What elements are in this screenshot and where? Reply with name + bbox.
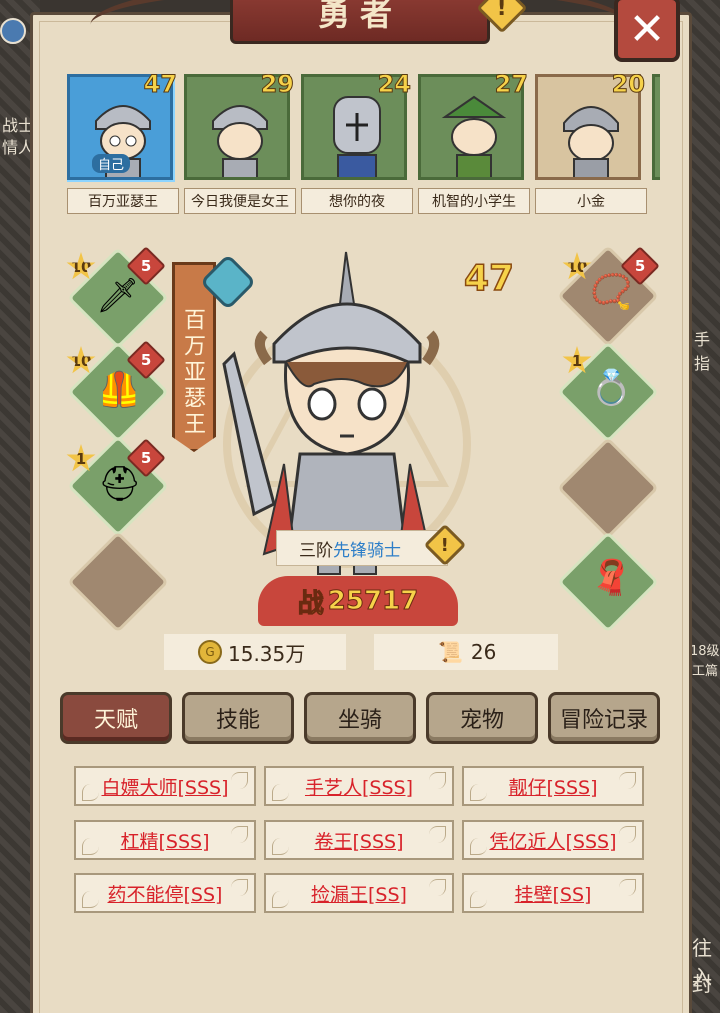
scroll-resource: 📜 26 (374, 634, 558, 670)
cape-icon: 🧣 (590, 558, 633, 598)
talent-item[interactable]: 药不能停[SS] (74, 873, 256, 913)
talent-item[interactable]: 挂壁[SS] (462, 873, 644, 913)
hero-level: 29 (260, 74, 294, 99)
side-text: 工篇 (692, 664, 719, 679)
class-name: 先锋骑士 (333, 540, 401, 561)
power-value: 25717 (327, 586, 419, 617)
side-text: 18级 (690, 644, 720, 659)
necklace-icon: 📿 (590, 272, 633, 312)
tab-skill[interactable]: 技能 (182, 692, 294, 744)
hero-card[interactable]: 自己 47 百万亚瑟王 (67, 74, 179, 214)
tab-pet[interactable]: 宠物 (426, 692, 538, 744)
hero-roster[interactable]: 自己 47 百万亚瑟王 29 今日我便是女王 24 想你的夜 27 机智的小学生… (67, 74, 660, 220)
scroll-icon: 📜 (438, 640, 463, 664)
gold-resource: G 15.35万 (164, 634, 346, 670)
hero-level: 27 (494, 74, 528, 99)
self-tag: 自己 (92, 154, 131, 173)
hero-level: 24 (377, 74, 411, 99)
hero-name: 机智的小学生 (418, 188, 530, 214)
close-icon: ✕ (628, 3, 666, 55)
hero-name-vertical: 百万亚瑟王 (180, 308, 205, 438)
combat-power-banner: 战 25717 (258, 576, 458, 626)
hero-name: 小金 (535, 188, 647, 214)
tab-mount[interactable]: 坐骑 (304, 692, 416, 744)
great-helm-avatar-icon (333, 96, 381, 177)
gold-amount: 15.35万 (228, 641, 306, 666)
tab-talent[interactable]: 天赋 (60, 692, 172, 744)
hero-level: 47 (143, 74, 177, 99)
hero-name: 今日我便是女王 (184, 188, 296, 214)
hero-class-label: 三阶 先锋骑士 (276, 530, 448, 566)
talent-item[interactable]: 卷王[SSS] (264, 820, 454, 860)
talent-item[interactable]: 手艺人[SSS] (264, 766, 454, 806)
gold-coin-icon: G (198, 640, 222, 664)
side-text: 手 (694, 330, 711, 349)
helmet-icon: ⛑ (98, 464, 142, 504)
hero-name: 想你的夜 (301, 188, 413, 214)
armor-icon: 🦺 (98, 370, 141, 410)
knight-avatar-icon (563, 106, 619, 177)
spear-icon: 🗡 (96, 276, 140, 316)
talent-item[interactable]: 凭亿近人[SSS] (462, 820, 644, 860)
ring-icon: 💍 (590, 368, 633, 408)
hero-level: 20 (611, 74, 645, 99)
archer-avatar-icon (441, 95, 507, 177)
talent-item[interactable]: 白嫖大师[SSS] (74, 766, 256, 806)
hero-name: 百万亚瑟王 (67, 188, 179, 214)
talent-item[interactable]: 靓仔[SSS] (462, 766, 644, 806)
window-title: 勇者 (317, 0, 402, 33)
close-button[interactable]: ✕ (614, 0, 680, 62)
talent-item[interactable]: 捡漏王[SS] (264, 873, 454, 913)
hero-card[interactable] (652, 74, 660, 180)
hero-card[interactable]: 29 今日我便是女王 (184, 74, 296, 214)
title-banner: 勇者 (230, 0, 490, 44)
tab-adventure-log[interactable]: 冒险记录 (548, 692, 660, 744)
power-label: 战 (297, 588, 324, 619)
hero-card[interactable]: 24 想你的夜 (301, 74, 413, 214)
map-marker-icon[interactable] (0, 18, 26, 44)
hero-portrait (652, 74, 660, 180)
knight-avatar-icon (212, 105, 268, 177)
scroll-amount: 26 (470, 640, 497, 664)
class-rank: 三阶 (299, 540, 333, 561)
talent-item[interactable]: 杠精[SSS] (74, 820, 256, 860)
hero-card[interactable]: 20 小金 (535, 74, 647, 214)
side-text: 封 (692, 972, 712, 996)
hero-card[interactable]: 27 机智的小学生 (418, 74, 530, 214)
side-text: 指 (694, 354, 711, 373)
